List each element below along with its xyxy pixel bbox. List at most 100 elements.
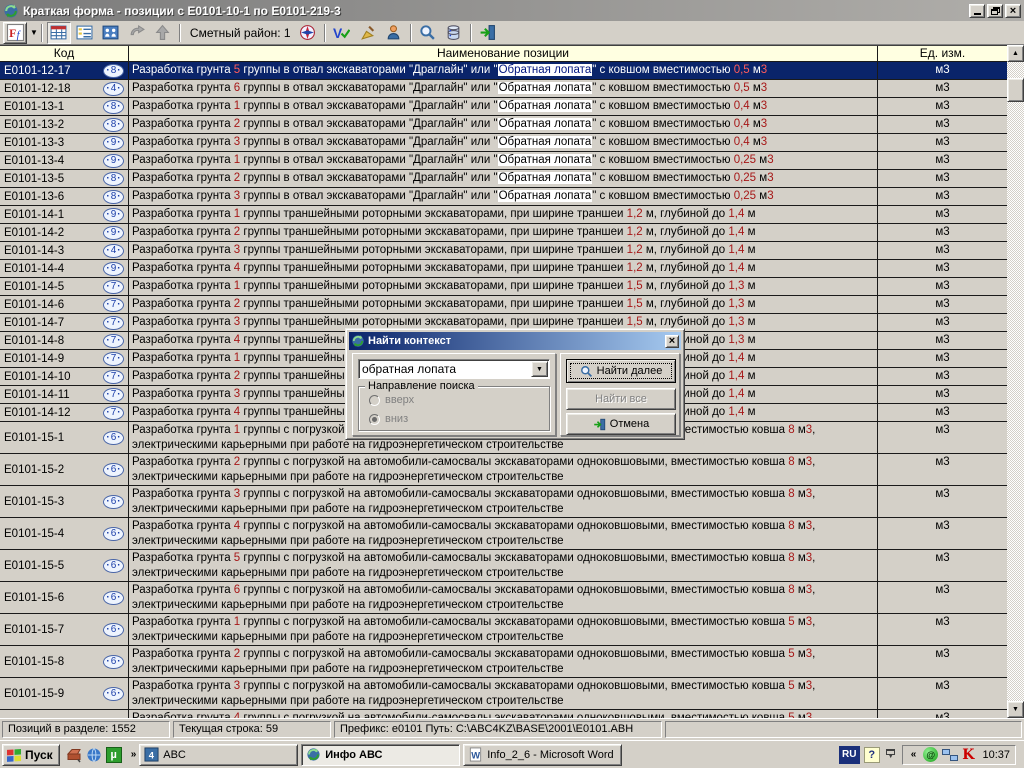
font-style-button[interactable]: Ff <box>3 21 27 44</box>
row-code: E0101-13-28 <box>0 116 128 133</box>
radio-up-row[interactable]: вверх <box>369 394 414 406</box>
row-unit: м3 <box>877 188 1007 205</box>
minimize-button[interactable] <box>969 3 985 18</box>
scroll-down-button[interactable]: ▼ <box>1007 701 1024 718</box>
row-code: E0101-14-97 <box>0 350 128 367</box>
table-row[interactable]: E0101-15-36Разработка грунта 3 группы с … <box>0 486 1007 518</box>
table-row[interactable]: E0101-12-184Разработка грунта 6 группы в… <box>0 80 1007 98</box>
tray-clock[interactable]: 10:37 <box>982 749 1010 761</box>
undo-button[interactable] <box>125 22 149 44</box>
find-all-button[interactable]: Найти все <box>566 388 676 410</box>
table-row[interactable]: E0101-15-86Разработка грунта 2 группы с … <box>0 646 1007 678</box>
screen: { "window": { "title": "Краткая форма - … <box>0 0 1024 768</box>
kaspersky-tray-icon[interactable]: K <box>962 747 974 763</box>
table-row[interactable]: E0101-13-58Разработка грунта 2 группы в … <box>0 170 1007 188</box>
tray-chevron[interactable]: « <box>911 749 917 760</box>
taskbar-task-word[interactable]: W Info_2_6 - Microsoft Word <box>463 743 623 766</box>
language-indicator[interactable]: RU <box>838 745 860 764</box>
table-row[interactable]: E0101-14-67Разработка грунта 2 группы тр… <box>0 296 1007 314</box>
restore-button[interactable] <box>987 3 1003 18</box>
view-table-button[interactable] <box>46 21 71 44</box>
help-tray-icon[interactable]: ? <box>863 746 880 763</box>
row-unit: м3 <box>877 486 1007 517</box>
dialog-close-button[interactable]: × <box>665 334 679 348</box>
cancel-button[interactable]: Отмена <box>566 413 676 435</box>
internet-icon[interactable] <box>86 747 102 763</box>
table-row[interactable]: E0101-15-26Разработка грунта 2 группы с … <box>0 454 1007 486</box>
network-tray-icon[interactable] <box>942 748 959 762</box>
row-description: Разработка грунта 2 группы в отвал экска… <box>128 170 877 187</box>
up-arrow-icon <box>155 24 170 40</box>
status-bar: Позиций в разделе: 1552 Текущая строка: … <box>0 718 1024 740</box>
row-description: Разработка грунта 5 группы с погрузкой н… <box>128 550 877 581</box>
table-row[interactable]: E0101-15-56Разработка грунта 5 группы с … <box>0 550 1007 582</box>
row-code: E0101-15-46 <box>0 518 128 549</box>
search-text-value[interactable]: обратная лопата <box>359 362 531 376</box>
up-level-button[interactable] <box>151 22 175 44</box>
check-button[interactable]: V <box>330 22 354 44</box>
check-icon: V <box>333 25 351 41</box>
taskbar-task-abc[interactable]: 4 ABC <box>139 743 299 766</box>
row-code: E0101-15-96 <box>0 678 128 709</box>
view-list-button[interactable] <box>73 22 97 44</box>
row-code: E0101-14-19 <box>0 206 128 223</box>
database-button[interactable] <box>442 22 466 44</box>
radio-down-row[interactable]: вниз <box>369 413 408 425</box>
window-toggle-icon[interactable]: ▼ <box>884 747 898 763</box>
scroll-up-button[interactable]: ▲ <box>1007 45 1024 62</box>
group-badge: 8 <box>103 171 124 186</box>
table-row[interactable]: E0101-15-46Разработка грунта 4 группы с … <box>0 518 1007 550</box>
group-badge: 6 <box>103 558 124 573</box>
group-badge: 6 <box>103 654 124 669</box>
table-row[interactable]: E0101-15-96Разработка грунта 3 группы с … <box>0 678 1007 710</box>
table-row[interactable]: E0101-14-49Разработка грунта 4 группы тр… <box>0 260 1007 278</box>
scrollbar-thumb[interactable] <box>1007 78 1024 102</box>
row-unit: м3 <box>877 152 1007 169</box>
table-row[interactable]: E0101-15-66Разработка грунта 6 группы с … <box>0 582 1007 614</box>
vertical-scrollbar[interactable]: ▲ ▼ <box>1007 45 1024 718</box>
row-description: Разработка грунта 3 группы в отвал экска… <box>128 134 877 151</box>
table-row[interactable]: E0101-13-28Разработка грунта 2 группы в … <box>0 116 1007 134</box>
search-text-combobox[interactable]: обратная лопата ▼ <box>358 359 550 379</box>
taskbar-task-info[interactable]: Инфо АВС <box>301 743 461 766</box>
clear-button[interactable] <box>356 22 380 44</box>
quick-launch-chevron[interactable]: » <box>131 749 137 760</box>
row-description: Разработка грунта 1 группы траншейными р… <box>128 278 877 295</box>
database-icon <box>447 25 460 40</box>
abc-icon: 4 <box>144 747 159 762</box>
radio-down-icon[interactable] <box>369 413 380 425</box>
district-button[interactable] <box>296 22 320 44</box>
close-button[interactable]: × <box>1005 3 1021 18</box>
table-row[interactable]: E0101-14-19Разработка грунта 1 группы тр… <box>0 206 1007 224</box>
table-row[interactable]: E0101-14-29Разработка грунта 2 группы тр… <box>0 224 1007 242</box>
user-button[interactable] <box>382 22 406 44</box>
table-row[interactable]: E0101-13-18Разработка грунта 1 группы в … <box>0 98 1007 116</box>
at-tray-icon[interactable]: @ <box>923 747 939 762</box>
table-row[interactable]: E0101-14-34Разработка грунта 3 группы тр… <box>0 242 1007 260</box>
table-row[interactable]: E0101-15-106Разработка грунта 4 группы с… <box>0 710 1007 718</box>
compass-icon <box>300 25 316 40</box>
find-next-button[interactable]: Найти далее <box>566 359 676 383</box>
table-row[interactable]: E0101-15-76Разработка грунта 1 группы с … <box>0 614 1007 646</box>
table-row[interactable]: E0101-14-57Разработка грунта 1 группы тр… <box>0 278 1007 296</box>
font-dropdown-arrow[interactable]: ▼ <box>30 28 38 37</box>
table-row[interactable]: E0101-13-39Разработка грунта 3 группы в … <box>0 134 1007 152</box>
mu-app-icon[interactable]: µ <box>105 746 122 763</box>
district-label: Сметный район: 1 <box>189 25 291 40</box>
search-highlight: Обратная лопата <box>497 118 593 130</box>
exit-button[interactable] <box>476 22 500 44</box>
combo-dropdown-button[interactable]: ▼ <box>531 361 548 377</box>
toolbar-separator <box>40 23 43 42</box>
row-unit: м3 <box>877 278 1007 295</box>
row-description: Разработка грунта 3 группы в отвал экска… <box>128 188 877 205</box>
radio-up-icon[interactable] <box>369 394 380 406</box>
start-button[interactable]: Пуск <box>2 743 60 766</box>
view-card-button[interactable] <box>99 22 123 44</box>
show-desktop-icon[interactable] <box>66 747 82 763</box>
table-row[interactable]: E0101-13-49Разработка грунта 1 группы в … <box>0 152 1007 170</box>
table-row[interactable]: E0101-13-68Разработка грунта 3 группы в … <box>0 188 1007 206</box>
window-titlebar: Краткая форма - позиции с Е0101-10-1 по … <box>0 0 1024 21</box>
search-button[interactable] <box>416 22 440 44</box>
toolbar-separator <box>469 23 472 42</box>
table-row[interactable]: E0101-12-178Разработка грунта 5 группы в… <box>0 62 1007 80</box>
